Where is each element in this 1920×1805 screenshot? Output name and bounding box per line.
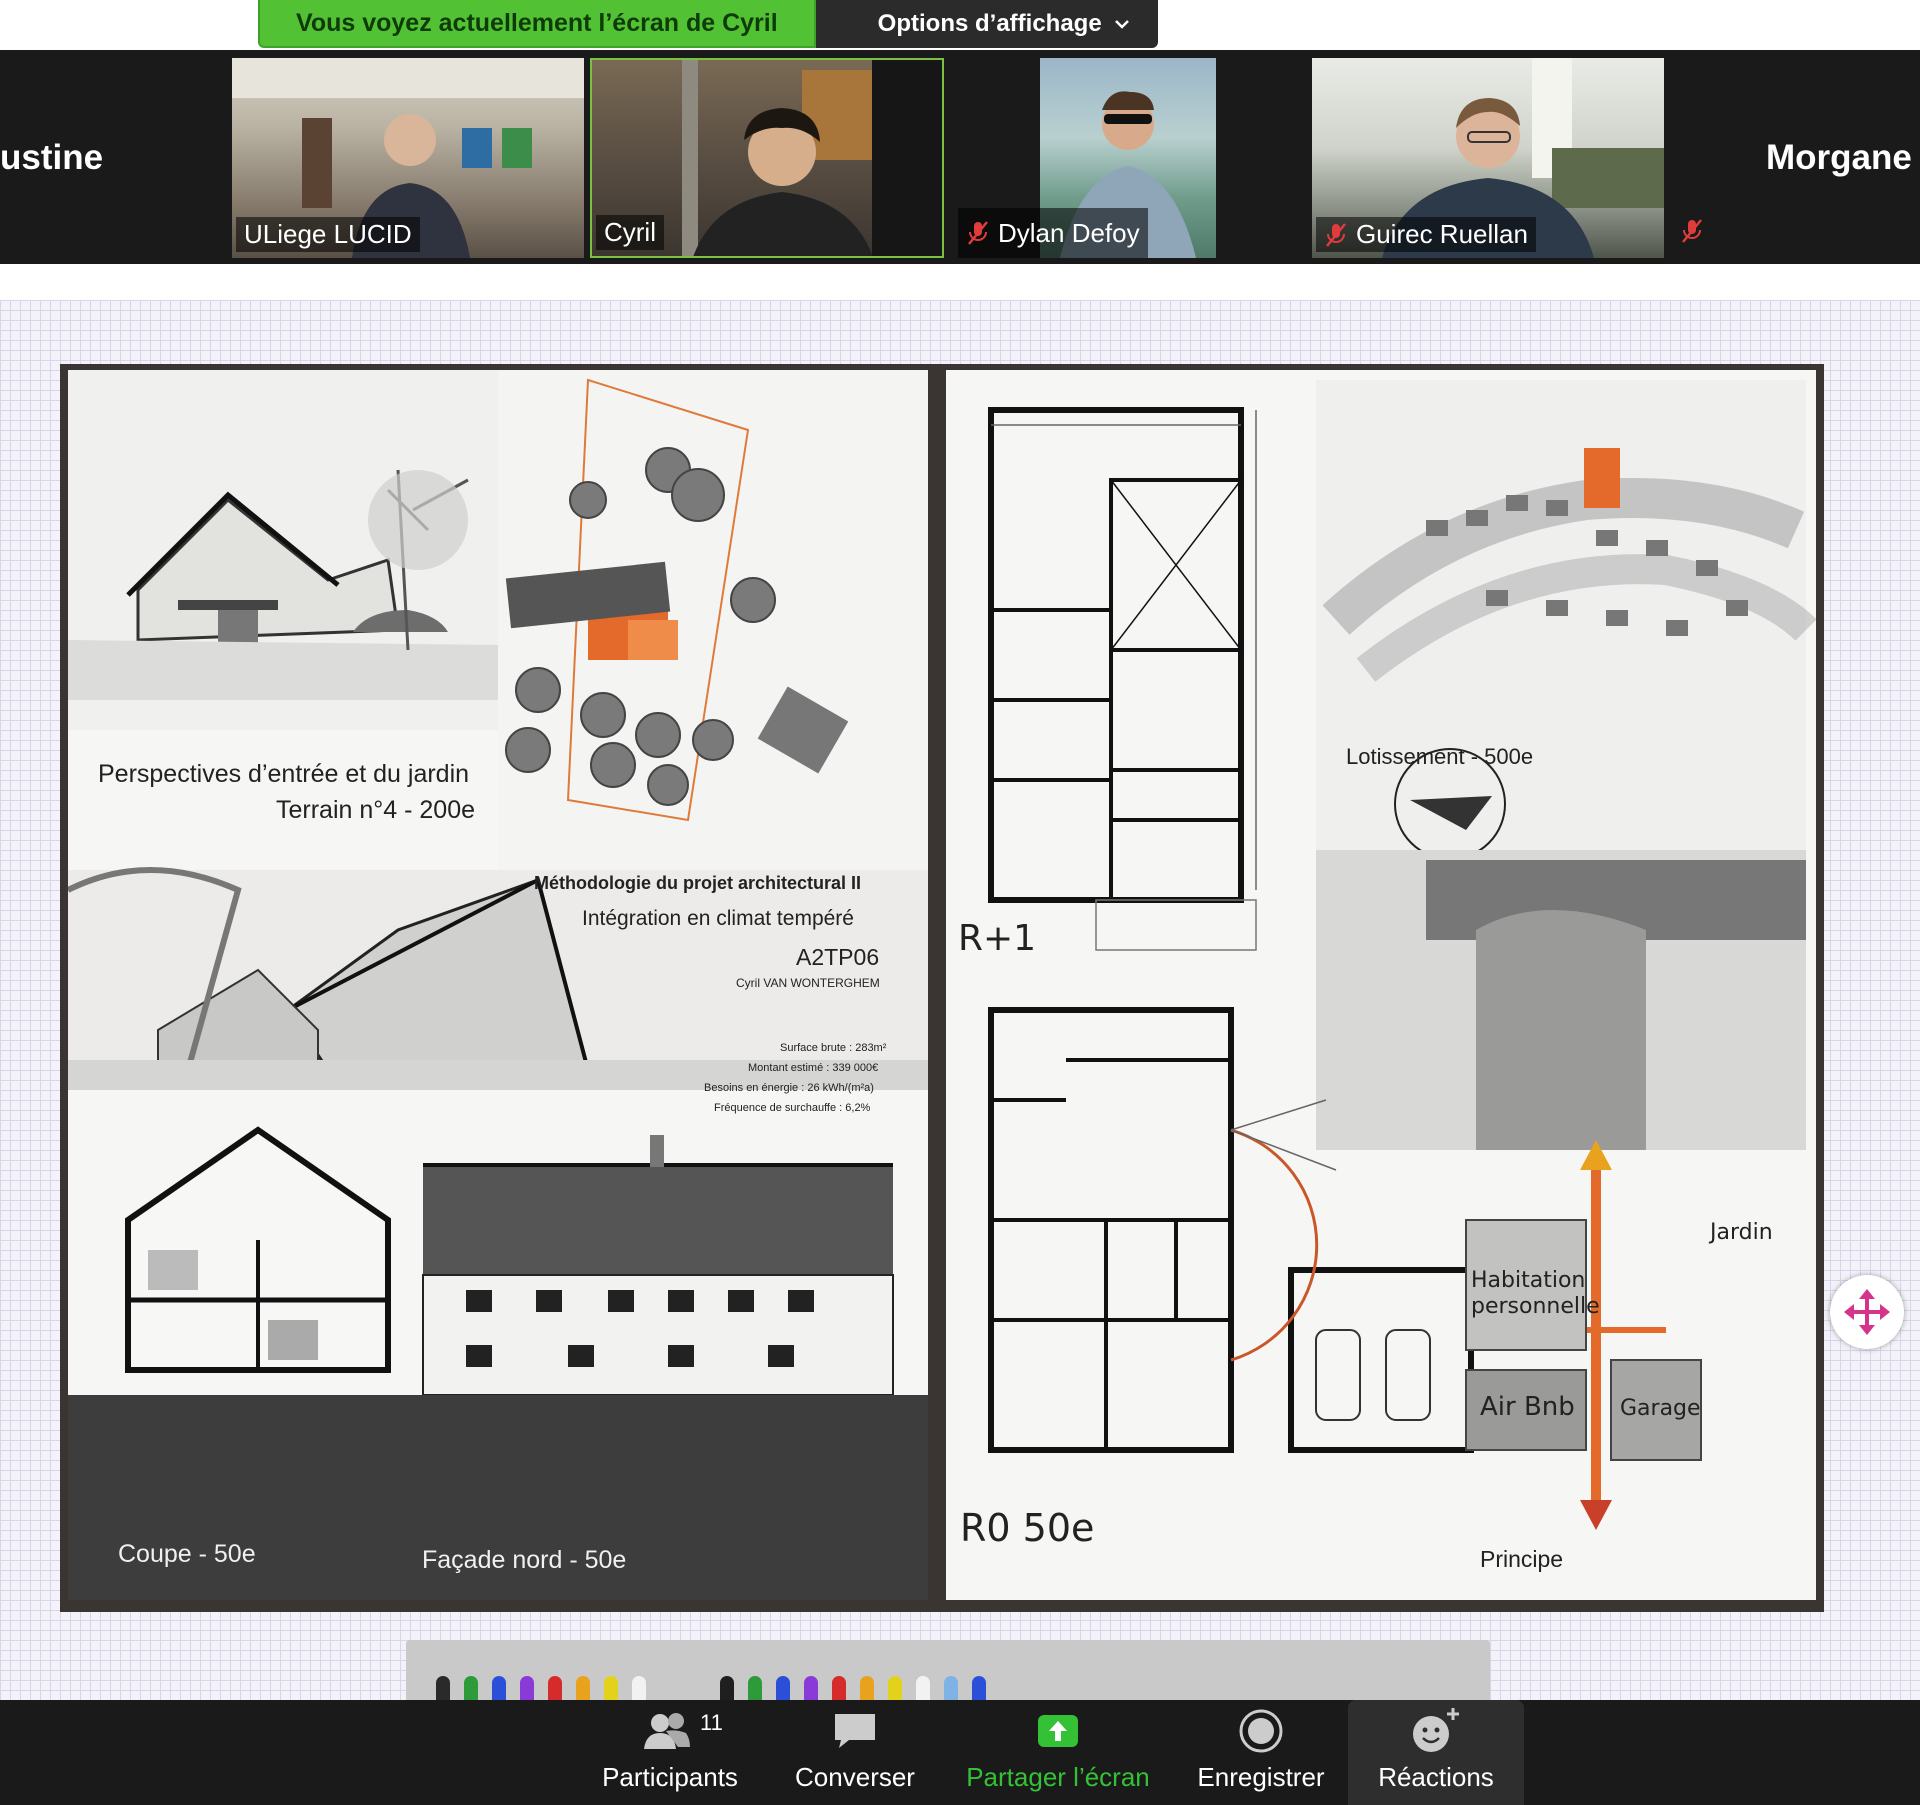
- sharing-notice-text: Vous voyez actuellement l’écran de Cyril: [296, 8, 778, 37]
- pen-color-swatch[interactable]: [972, 1676, 986, 1700]
- architecture-poster: Perspectives d’entrée et du jardin Terra…: [60, 364, 1824, 1612]
- share-screen-button[interactable]: Partager l’écran: [950, 1700, 1166, 1805]
- pen-color-swatch[interactable]: [492, 1676, 506, 1700]
- principle-jardin-label: Jardin: [1710, 1220, 1773, 1245]
- pen-color-swatch[interactable]: [576, 1676, 590, 1700]
- record-button[interactable]: Enregistrer: [1186, 1700, 1336, 1805]
- project-stat: Montant estimé : 339 000€: [748, 1062, 879, 1074]
- coupe-caption: Coupe - 50e: [118, 1540, 256, 1568]
- pen-color-swatch[interactable]: [436, 1676, 450, 1700]
- terrain-caption: Terrain n°4 - 200e: [276, 796, 475, 824]
- chat-label: Converser: [795, 1762, 915, 1792]
- pen-color-swatch[interactable]: [776, 1676, 790, 1700]
- record-label: Enregistrer: [1197, 1762, 1325, 1792]
- chevron-down-icon: [1114, 14, 1130, 35]
- pen-color-swatch[interactable]: [720, 1676, 734, 1700]
- pen-color-swatch[interactable]: [916, 1676, 930, 1700]
- participants-count: 11: [700, 1710, 723, 1735]
- video-tile[interactable]: ULiege LUCID: [232, 58, 584, 258]
- floor-label-r1: R+1: [958, 918, 1037, 959]
- chat-button[interactable]: Converser: [780, 1700, 930, 1805]
- pen-color-swatch[interactable]: [944, 1676, 958, 1700]
- sharing-notice: Vous voyez actuellement l’écran de Cyril: [258, 0, 816, 48]
- author-name: Cyril VAN WONTERGHEM: [736, 976, 880, 990]
- pen-color-list: [436, 1676, 986, 1700]
- floor-label-r0: R0 50e: [960, 1506, 1095, 1550]
- principle-airbnb-label: Air Bnb: [1480, 1392, 1575, 1422]
- principle-caption: Principe: [1480, 1546, 1564, 1572]
- poster-right-sheet: R+1 R0 50e Lotissement - 500e Jardin Hab…: [946, 370, 1816, 1600]
- pen-color-swatch[interactable]: [748, 1676, 762, 1700]
- mic-muted-icon: [1680, 218, 1704, 249]
- pen-color-swatch[interactable]: [548, 1676, 562, 1700]
- pen-color-swatch[interactable]: [888, 1676, 902, 1700]
- view-options-label: Options d’affichage: [877, 10, 1102, 37]
- video-tile[interactable]: Guirec Ruellan: [1312, 58, 1664, 258]
- screen-share-banner: Vous voyez actuellement l’écran de Cyril…: [258, 0, 1158, 48]
- chat-icon: [835, 1714, 875, 1748]
- pen-color-swatch[interactable]: [832, 1676, 846, 1700]
- facade-caption: Façade nord - 50e: [422, 1546, 627, 1574]
- mic-muted-icon: [968, 221, 988, 245]
- record-icon: [1239, 1709, 1283, 1753]
- course-code: A2TP06: [796, 944, 880, 970]
- annotation-pen-tray: [406, 1640, 1490, 1700]
- project-stat: Surface brute : 283m²: [780, 1042, 887, 1054]
- principle-habitation-label: Habitation personnelle: [1471, 1268, 1600, 1319]
- perspectives-caption: Perspectives d’entrée et du jardin: [98, 760, 470, 788]
- participant-name-label: ULiege LUCID: [236, 217, 420, 252]
- participants-button[interactable]: 11 Participants: [590, 1700, 750, 1805]
- participant-name-label: Cyril: [596, 215, 664, 250]
- reactions-label: Réactions: [1378, 1762, 1494, 1792]
- pen-color-swatch[interactable]: [464, 1676, 478, 1700]
- reactions-button[interactable]: Réactions: [1348, 1700, 1524, 1805]
- meeting-control-bar: 11 Participants Converser Partager l’écr…: [0, 1700, 1920, 1805]
- participant-name-label: Guirec Ruellan: [1316, 217, 1536, 252]
- pen-color-swatch[interactable]: [604, 1676, 618, 1700]
- pen-color-swatch[interactable]: [520, 1676, 534, 1700]
- principle-garage-label: Garage: [1620, 1396, 1701, 1421]
- participants-icon: [644, 1713, 690, 1749]
- poster-left-sheet: Perspectives d’entrée et du jardin Terra…: [68, 370, 928, 1600]
- share-screen-label: Partager l’écran: [966, 1762, 1150, 1792]
- smiley-plus-icon: [1413, 1708, 1459, 1752]
- course-title: Méthodologie du projet architectural II: [534, 873, 862, 893]
- mic-muted-icon: [1326, 222, 1346, 247]
- participant-name-right-edge: Morgane: [1766, 138, 1912, 177]
- move-arrows-icon[interactable]: [1830, 1275, 1904, 1349]
- shared-screen: Perspectives d’entrée et du jardin Terra…: [0, 300, 1920, 1705]
- pen-color-swatch[interactable]: [632, 1676, 646, 1700]
- video-tile-active-speaker[interactable]: Cyril: [590, 58, 944, 258]
- lotissement-caption: Lotissement - 500e: [1346, 744, 1534, 769]
- project-stat: Besoins en énergie : 26 kWh/(m²a): [704, 1082, 874, 1094]
- participant-name-label: Dylan Defoy: [958, 208, 1148, 258]
- share-screen-icon: [1038, 1715, 1078, 1747]
- course-subtitle: Intégration en climat tempéré: [582, 907, 854, 930]
- pen-color-swatch[interactable]: [860, 1676, 874, 1700]
- participants-label: Participants: [602, 1762, 738, 1792]
- view-options-button[interactable]: Options d’affichage: [815, 0, 1158, 48]
- participant-name-left-edge: ustine: [0, 138, 104, 177]
- pen-color-swatch[interactable]: [804, 1676, 818, 1700]
- participant-gallery: ustine Morgane ULiege LUCID Cyril Dylan …: [0, 50, 1920, 264]
- project-stat: Fréquence de surchauffe : 6,2%: [714, 1102, 871, 1114]
